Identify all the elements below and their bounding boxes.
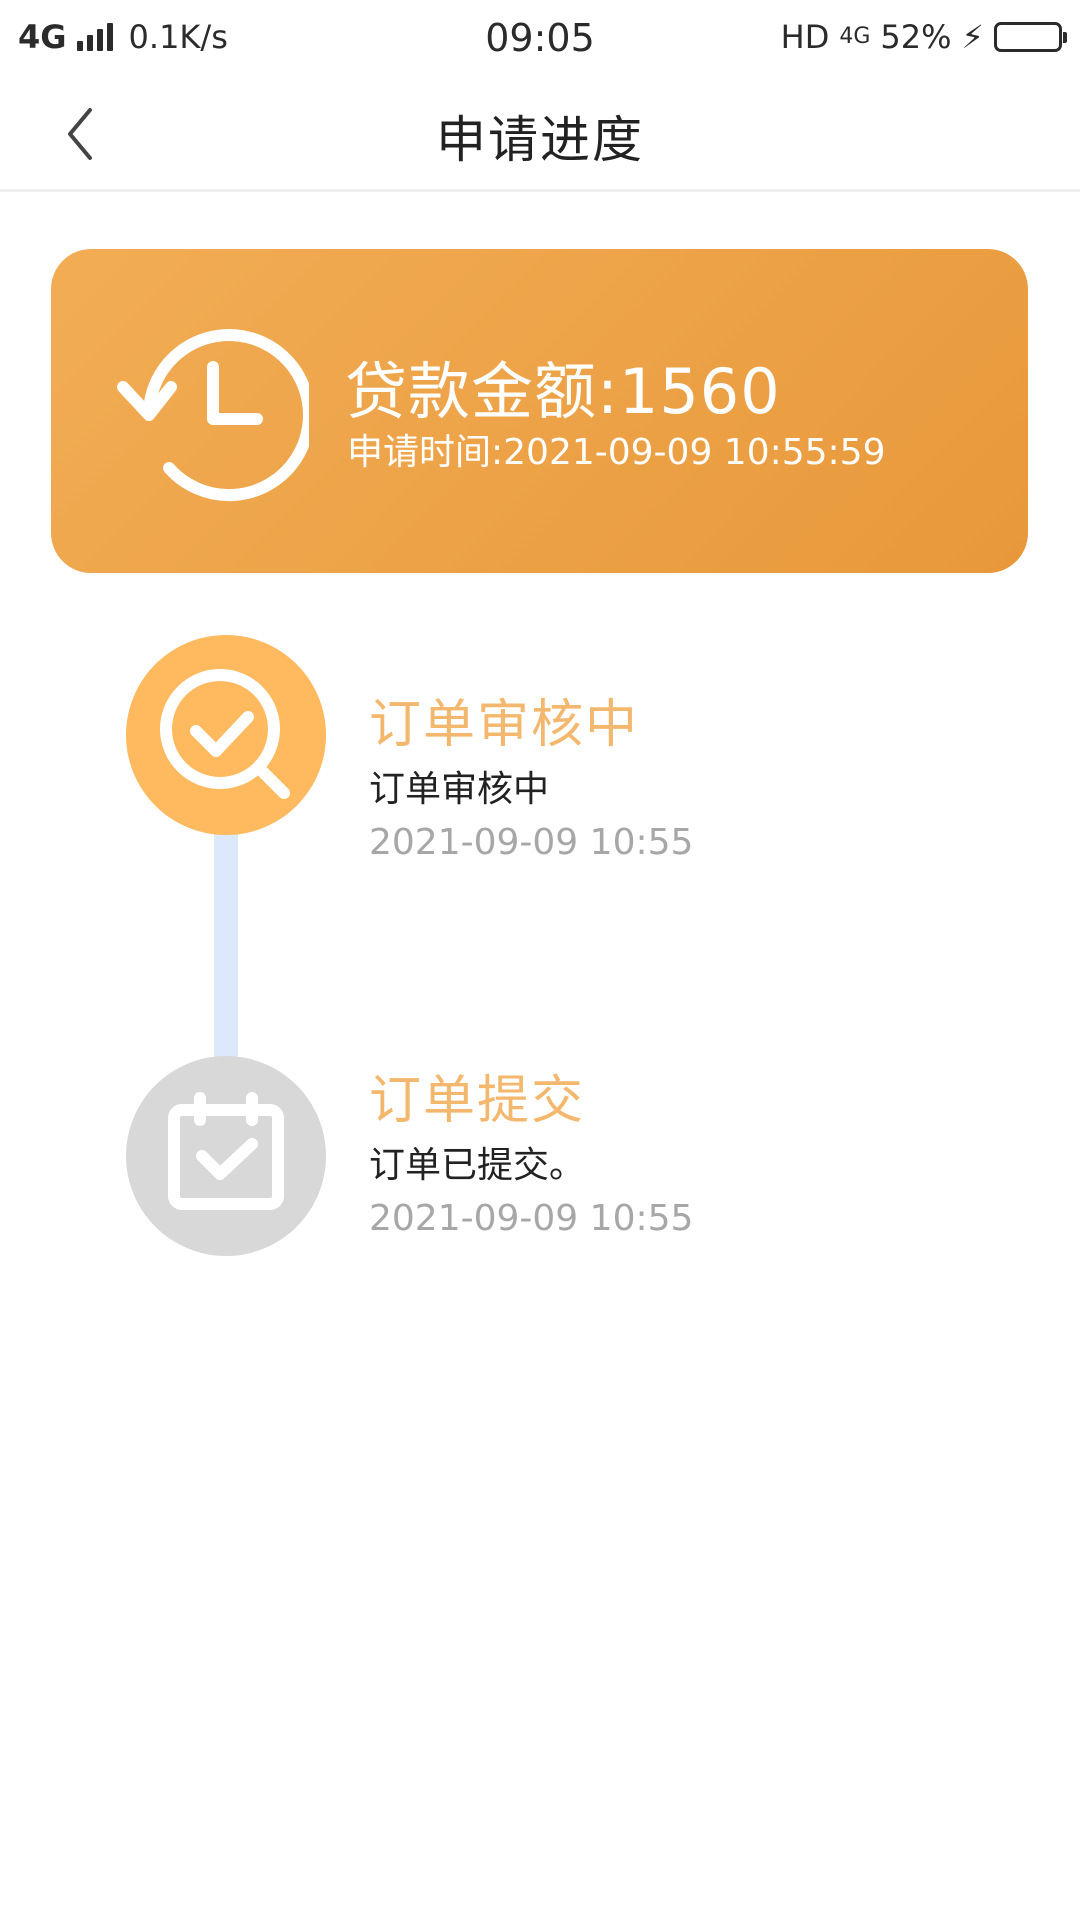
battery-icon — [994, 22, 1067, 52]
hd-indicator: HD — [780, 18, 830, 56]
status-right: HD 4G 52% ⚡ — [780, 18, 1067, 56]
calendar-check-icon — [126, 1056, 326, 1256]
charging-icon: ⚡ — [961, 18, 984, 56]
apply-time: 申请时间:2021-09-09 10:55:59 — [347, 432, 886, 473]
search-check-icon — [126, 635, 326, 835]
step-title-reviewing: 订单审核中 — [369, 695, 640, 755]
network-4g-indicator: 4G — [839, 24, 871, 49]
step-desc-submitted: 订单已提交。 — [369, 1145, 586, 1186]
step-time-reviewing: 2021-09-09 10:55 — [369, 822, 694, 863]
step-desc-reviewing: 订单审核中 — [369, 769, 550, 810]
status-bar: 4G 0.1K/s 09:05 HD 4G 52% ⚡ — [0, 0, 1080, 78]
loan-amount: 贷款金额:1560 — [345, 355, 781, 428]
loan-summary-card: 贷款金额:1560 申请时间:2021-09-09 10:55:59 — [51, 249, 1028, 573]
nav-bar: 申请进度 — [0, 78, 1080, 192]
history-clock-icon — [109, 323, 315, 503]
timeline-connector — [214, 830, 238, 1060]
page-title: 申请进度 — [436, 111, 644, 169]
step-title-submitted: 订单提交 — [369, 1071, 586, 1131]
step-time-submitted: 2021-09-09 10:55 — [369, 1198, 694, 1239]
battery-percent: 52% — [880, 18, 952, 56]
